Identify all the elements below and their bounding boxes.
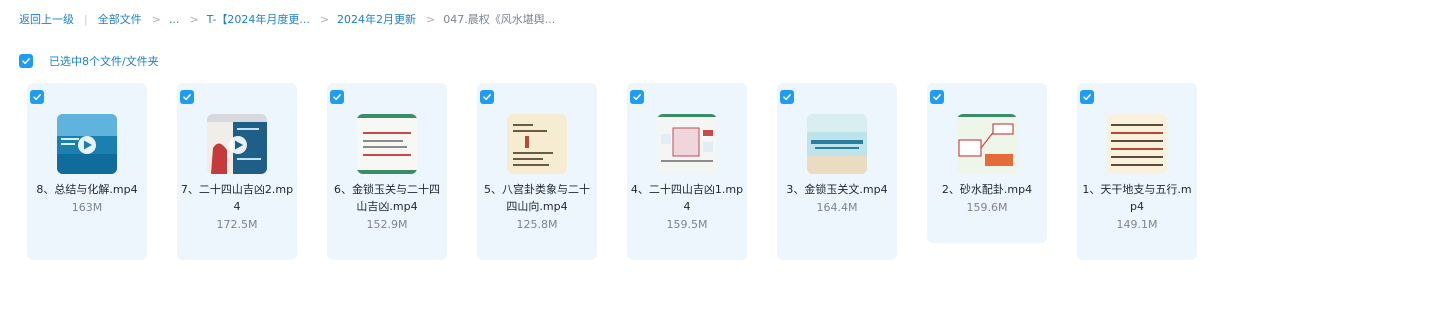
selection-bar: 已选中8个文件/文件夹 [19,53,159,69]
file-card[interactable]: 6、金锁玉关与二十四山吉凶.mp4 152.9M [327,83,447,260]
check-icon [783,94,791,101]
file-size: 172.5M [216,218,258,231]
file-name-block: 7、二十四山吉凶2.mp4 172.5M [179,181,295,233]
file-checkbox[interactable] [180,90,194,104]
chevron-right-icon: > [426,12,436,26]
file-card[interactable]: 5、八宫卦类象与二十四山向.mp4 125.8M [477,83,597,260]
video-thumbnail [957,114,1017,174]
video-thumbnail [507,114,567,174]
file-size: 149.1M [1116,218,1158,231]
check-icon [633,94,641,101]
file-checkbox[interactable] [930,90,944,104]
file-card[interactable]: 2、砂水配卦.mp4 159.6M [927,83,1047,243]
file-name-block: 5、八宫卦类象与二十四山向.mp4 125.8M [479,181,595,233]
file-name: 3、金锁玉关文.mp4 [786,183,888,196]
file-name: 4、二十四山吉凶1.mp4 [630,183,744,213]
file-name-block: 1、天干地支与五行.mp4 149.1M [1079,181,1195,233]
file-card[interactable]: 8、总结与化解.mp4 163M [27,83,147,260]
file-name-block: 2、砂水配卦.mp4 159.6M [929,181,1045,216]
check-icon [333,94,341,101]
breadcrumb-all-files[interactable]: 全部文件 [98,11,142,27]
check-icon [483,94,491,101]
file-checkbox[interactable] [1080,90,1094,104]
file-name: 7、二十四山吉凶2.mp4 [180,183,294,213]
chevron-right-icon: > [151,12,161,26]
breadcrumb-folder-feb[interactable]: 2024年2月更新 [337,11,416,27]
check-icon [933,94,941,101]
file-card[interactable]: 7、二十四山吉凶2.mp4 172.5M [177,83,297,260]
video-thumbnail [57,114,117,174]
video-thumbnail [357,114,417,174]
breadcrumb: 返回上一级 | 全部文件 > ... > T-【2024年月度更... > 20… [19,11,555,27]
file-checkbox[interactable] [480,90,494,104]
file-checkbox[interactable] [780,90,794,104]
file-checkbox[interactable] [630,90,644,104]
selection-count: 已选中8个文件/文件夹 [49,55,159,68]
file-card[interactable]: 3、金锁玉关文.mp4 164.4M [777,83,897,260]
breadcrumb-folder-monthly[interactable]: T-【2024年月度更... [207,11,310,27]
video-thumbnail [657,114,717,174]
chevron-right-icon: > [319,12,330,26]
file-name: 2、砂水配卦.mp4 [941,183,1033,196]
breadcrumb-current: 047.晨权《风水堪舆... [443,13,556,26]
video-thumbnail [807,114,867,174]
check-icon [22,58,30,65]
select-all-checkbox[interactable] [19,54,33,68]
file-name: 8、总结与化解.mp4 [36,183,138,196]
file-card[interactable]: 4、二十四山吉凶1.mp4 159.5M [627,83,747,260]
file-size: 125.8M [516,218,558,231]
check-icon [183,94,191,101]
file-name-block: 8、总结与化解.mp4 163M [29,181,145,216]
breadcrumb-ellipsis[interactable]: ... [169,13,180,26]
file-size: 164.4M [816,201,858,214]
chevron-right-icon: > [189,12,199,26]
check-icon [1083,94,1091,101]
video-thumbnail [1107,114,1167,174]
file-name-block: 6、金锁玉关与二十四山吉凶.mp4 152.9M [329,181,445,233]
file-name-block: 4、二十四山吉凶1.mp4 159.5M [629,181,745,233]
file-name-block: 3、金锁玉关文.mp4 164.4M [779,181,895,216]
file-name: 1、天干地支与五行.mp4 [1082,183,1192,213]
file-name: 5、八宫卦类象与二十四山向.mp4 [484,183,590,213]
file-checkbox[interactable] [30,90,44,104]
video-thumbnail [207,114,267,174]
file-checkbox[interactable] [330,90,344,104]
file-size: 159.5M [666,218,708,231]
file-name: 6、金锁玉关与二十四山吉凶.mp4 [334,183,440,213]
file-size: 152.9M [366,218,408,231]
file-card[interactable]: 1、天干地支与五行.mp4 149.1M [1077,83,1197,260]
file-size: 159.6M [966,201,1008,214]
back-link[interactable]: 返回上一级 [19,11,74,27]
breadcrumb-divider: | [84,12,88,26]
check-icon [33,94,41,101]
file-size: 163M [71,201,103,214]
